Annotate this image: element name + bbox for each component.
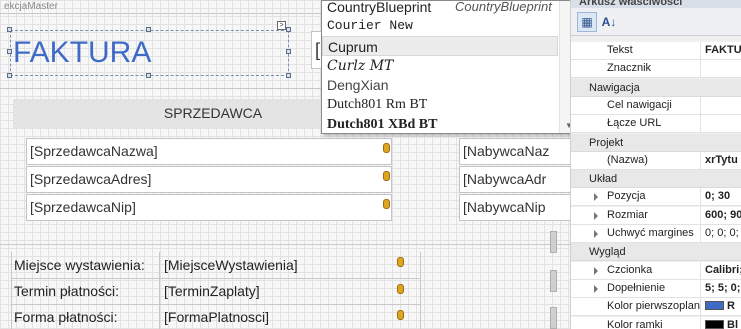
resize-handle[interactable] — [7, 73, 12, 78]
font-dropdown-list[interactable]: CountryBlueprint CountryBlueprint Courie… — [321, 0, 578, 134]
sort-az-icon[interactable]: A↓ — [599, 12, 619, 32]
property-row[interactable]: Uchwyć margines 0; 0; 0; — [571, 225, 741, 243]
font-option-label: CountryBlueprint — [327, 0, 432, 15]
resize-handle[interactable] — [286, 49, 291, 54]
database-icon — [383, 171, 390, 181]
scroll-handle[interactable] — [550, 231, 557, 253]
property-name: (Nazwa) — [571, 151, 701, 169]
property-value[interactable]: 0; 30 — [702, 188, 741, 205]
categorized-icon[interactable]: ▦ — [577, 12, 597, 32]
resize-handle[interactable] — [286, 73, 291, 78]
property-value[interactable] — [702, 60, 741, 77]
property-name: Dopełnienie — [571, 279, 701, 297]
property-name: Uchwyć margines — [571, 225, 701, 242]
property-value[interactable]: 5; 5; 0; — [702, 280, 741, 297]
band-divider — [0, 244, 570, 245]
font-option-dutch801-xbd[interactable]: Dutch801 XBd BT — [322, 115, 558, 133]
buyer-name-field[interactable]: [NabywcaNaz — [459, 138, 570, 165]
property-row[interactable]: Kolor ramki Bl — [571, 316, 741, 329]
database-icon — [397, 284, 404, 294]
resize-handle[interactable] — [7, 49, 12, 54]
color-name: Bl — [727, 318, 738, 329]
property-row[interactable]: Pozycja 0; 30 — [571, 188, 741, 207]
place-of-issue-label[interactable]: Miejsce wystawienia: — [12, 253, 145, 278]
property-name: Rozmiar — [571, 206, 701, 224]
resize-handle[interactable] — [286, 27, 291, 32]
buyer-address-field[interactable]: [NabywcaAdr — [459, 166, 570, 193]
property-name: Czcionka — [571, 261, 701, 279]
property-row[interactable]: Znacznik — [571, 60, 741, 79]
property-name: Kolor ramki — [571, 316, 701, 329]
color-swatch — [705, 301, 724, 311]
property-row[interactable]: Łącze URL — [571, 115, 741, 134]
property-value[interactable]: 600; 90 — [702, 207, 741, 224]
font-option-courier-new[interactable]: Courier New — [322, 16, 558, 36]
column-divider — [420, 252, 421, 329]
property-value[interactable]: xrTytu — [702, 152, 741, 169]
resize-handle[interactable] — [146, 73, 151, 78]
color-name: R — [727, 300, 735, 313]
property-row[interactable]: Czcionka Calibri; — [571, 261, 741, 280]
property-row[interactable]: (Nazwa) xrTytu — [571, 151, 741, 170]
band-caption: ekcjaMaster — [4, 1, 58, 12]
font-option-cuprum[interactable]: Cuprum — [322, 36, 558, 56]
scroll-handle[interactable] — [550, 307, 557, 329]
category-row[interactable]: Projekt — [571, 133, 741, 152]
payment-due-label[interactable]: Termin płatności: — [12, 279, 119, 304]
property-value[interactable]: R — [702, 298, 741, 315]
seller-address-field[interactable]: [SprzedawcaAdres] — [26, 166, 392, 193]
property-value[interactable]: 0; 0; 0; — [702, 225, 741, 242]
property-value[interactable]: FAKTU — [702, 42, 741, 59]
property-value[interactable] — [702, 97, 741, 114]
property-row[interactable]: Dopełnienie 5; 5; 0; — [571, 279, 741, 298]
category-row[interactable]: Nawigacja — [571, 78, 741, 97]
color-swatch — [705, 319, 724, 329]
scroll-handle[interactable] — [550, 270, 557, 292]
property-row[interactable]: Rozmiar 600; 90 — [571, 206, 741, 225]
payment-method-label[interactable]: Forma płatności: — [12, 305, 117, 329]
smart-tag-button[interactable]: > — [277, 21, 286, 30]
properties-title: Arkusz właściwości — [571, 0, 741, 8]
place-of-issue-field[interactable]: [MiejsceWystawienia] — [162, 253, 298, 278]
property-name: Pozycja — [571, 188, 701, 206]
buyer-nip-field[interactable]: [NabywcaNip — [459, 194, 570, 221]
database-icon — [397, 310, 404, 320]
payment-due-field[interactable]: [TerminZaplaty] — [162, 279, 260, 304]
category-row[interactable]: Wygląd — [571, 243, 741, 262]
seller-nip-field[interactable]: [SprzedawcaNip] — [26, 194, 392, 221]
properties-toolbar: ▦ A↓ — [571, 8, 741, 36]
font-option-curlz-mt[interactable]: Curlz MT — [322, 56, 558, 76]
property-name: Kolor pierwszoplanow — [571, 298, 701, 316]
title-label[interactable]: FAKTURA — [10, 30, 289, 76]
database-icon — [383, 143, 390, 153]
payment-method-field[interactable]: [FormaPlatnosci] — [162, 305, 269, 329]
property-name: Łącze URL — [571, 115, 701, 133]
properties-panel: Arkusz właściwości ▦ A↓ Tekst FAKTU Znaczn… — [570, 0, 741, 329]
database-icon — [397, 257, 404, 267]
font-preview: CountryBlueprint — [455, 0, 552, 14]
seller-name-field[interactable]: [SprzedawcaNazwa] — [26, 138, 392, 165]
database-icon — [383, 199, 390, 209]
font-option-dengxian[interactable]: DengXian — [322, 75, 558, 95]
resize-handle[interactable] — [146, 27, 151, 32]
property-row[interactable]: Cel nawigacji — [571, 96, 741, 115]
property-name: Znacznik — [571, 60, 701, 78]
font-option-dutch801-rm[interactable]: Dutch801 Rm BT — [322, 95, 558, 115]
font-option-countryblueprint[interactable]: CountryBlueprint CountryBlueprint — [322, 0, 558, 17]
property-row[interactable]: Tekst FAKTU — [571, 42, 741, 60]
property-name: Cel nawigacji — [571, 96, 701, 114]
property-name: Tekst — [571, 42, 701, 59]
property-value[interactable]: Calibri; — [702, 262, 741, 279]
property-value[interactable] — [702, 115, 741, 132]
resize-handle[interactable] — [7, 27, 12, 32]
column-divider — [159, 252, 160, 329]
property-row[interactable]: Kolor pierwszoplanow R — [571, 298, 741, 317]
property-value[interactable]: Bl — [702, 317, 741, 329]
category-row[interactable]: Układ — [571, 170, 741, 189]
